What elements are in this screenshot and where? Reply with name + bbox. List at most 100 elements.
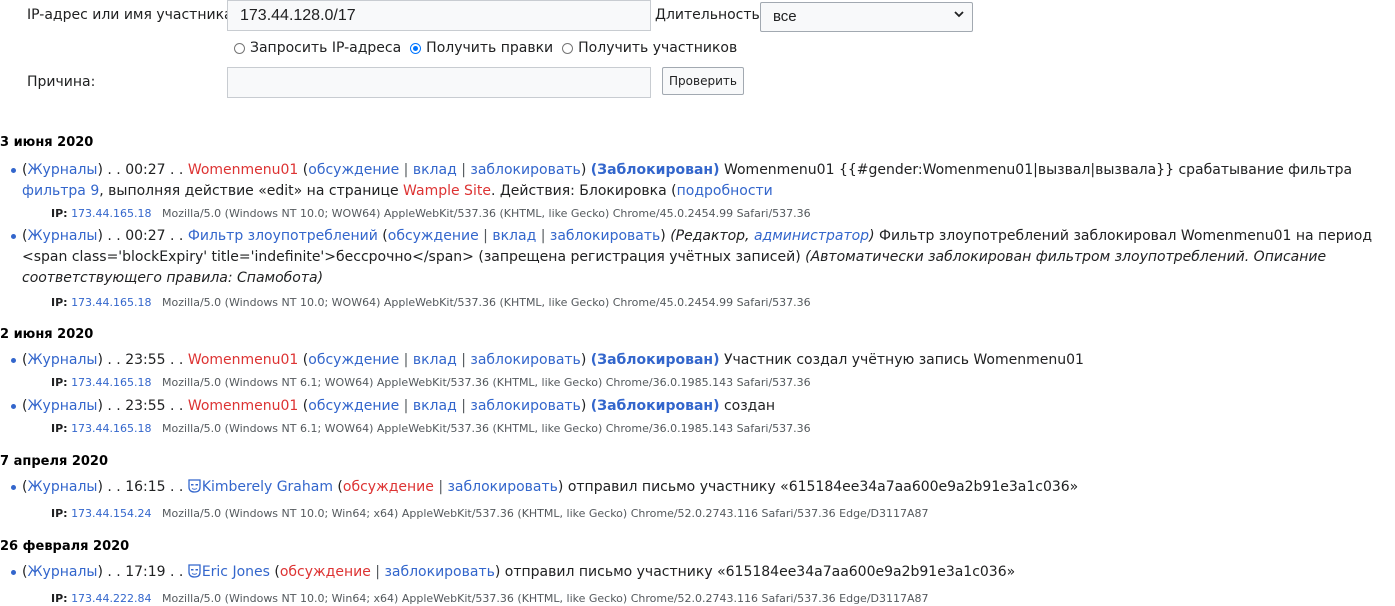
- ip-meta: IP: 173.44.165.18 Mozilla/5.0 (Windows N…: [51, 207, 811, 220]
- ip-meta: IP: 173.44.154.24 Mozilla/5.0 (Windows N…: [51, 507, 929, 520]
- bullet: [11, 485, 16, 490]
- user-link[interactable]: Womenmenu01: [188, 162, 299, 178]
- reason-label: Причина:: [27, 74, 96, 90]
- blocked-status: (Заблокирован): [590, 398, 720, 414]
- user-link[interactable]: Eric Jones: [202, 564, 270, 580]
- entry-time: 23:55: [125, 352, 166, 368]
- contribs-link[interactable]: вклад: [492, 228, 536, 244]
- ip-link[interactable]: 173.44.154.24: [71, 507, 151, 520]
- ip-meta-label: IP: [51, 592, 64, 605]
- talk-link[interactable]: обсуждение: [308, 162, 399, 178]
- radio-users-label[interactable]: Получить участников: [578, 40, 737, 56]
- list-item: (Журналы) . . 16:15 . . Kimberely Graham…: [11, 477, 1391, 498]
- radio-ips[interactable]: [234, 42, 245, 54]
- block-link[interactable]: заблокировать: [470, 162, 580, 178]
- reason-input[interactable]: [227, 67, 651, 98]
- ip-link[interactable]: 173.44.222.84: [71, 592, 151, 605]
- blocked-status: (Заблокирован): [590, 352, 720, 368]
- duration-select-value: все: [773, 8, 797, 25]
- block-link[interactable]: заблокировать: [447, 479, 557, 495]
- page-link[interactable]: Wample Site: [403, 183, 491, 199]
- user-link[interactable]: Kimberely Graham: [202, 479, 333, 495]
- talk-link[interactable]: обсуждение: [308, 398, 399, 414]
- ip-input[interactable]: 173.44.128.0/17: [227, 0, 651, 31]
- user-link[interactable]: Фильтр злоупотреблений: [188, 228, 378, 244]
- user-agent: Mozilla/5.0 (Windows NT 6.1; WOW64) Appl…: [162, 422, 811, 435]
- mode-radio-group: Запросить IP-адреса Получить правки Полу…: [234, 40, 746, 56]
- ip-meta-label: IP: [51, 296, 64, 309]
- list-item: (Журналы) . . 23:55 . . Womenmenu01 (обс…: [11, 396, 1391, 417]
- ip-label: IP-адрес или имя участника:: [27, 7, 238, 23]
- entry-text: создан: [719, 398, 776, 414]
- duration-select[interactable]: все: [760, 2, 973, 32]
- journals-link[interactable]: Журналы: [27, 398, 97, 414]
- journals-link[interactable]: Журналы: [27, 228, 97, 244]
- contribs-link[interactable]: вклад: [413, 398, 457, 414]
- radio-edits[interactable]: [410, 42, 422, 54]
- date-heading: 2 июня 2020: [0, 327, 94, 342]
- user-agent: Mozilla/5.0 (Windows NT 10.0; WOW64) App…: [162, 296, 811, 309]
- check-button[interactable]: Проверить: [662, 67, 744, 95]
- details-link[interactable]: подробности: [677, 183, 773, 199]
- ip-link[interactable]: 173.44.165.18: [71, 422, 151, 435]
- bullet: [11, 234, 16, 239]
- entry-text: Участник создал учётную запись Womenmenu…: [719, 352, 1084, 368]
- contribs-link[interactable]: вклад: [413, 352, 457, 368]
- user-agent: Mozilla/5.0 (Windows NT 10.0; Win64; x64…: [162, 507, 929, 520]
- ip-meta-label: IP: [51, 507, 64, 520]
- ip-meta-label: IP: [51, 207, 64, 220]
- entry-text: Womenmenu01 {{#gender:Womenmenu01|вызвал…: [719, 162, 1353, 178]
- ip-meta: IP: 173.44.165.18 Mozilla/5.0 (Windows N…: [51, 376, 811, 389]
- talk-link[interactable]: обсуждение: [388, 228, 479, 244]
- ip-meta: IP: 173.44.165.18 Mozilla/5.0 (Windows N…: [51, 422, 811, 435]
- bullet: [11, 358, 16, 363]
- user-mask-icon: [188, 564, 201, 578]
- radio-users[interactable]: [562, 42, 574, 54]
- user-agent: Mozilla/5.0 (Windows NT 6.1; WOW64) Appl…: [162, 376, 811, 389]
- block-link[interactable]: заблокировать: [550, 228, 660, 244]
- entry-time: 17:19: [125, 564, 166, 580]
- ip-meta: IP: 173.44.222.84 Mozilla/5.0 (Windows N…: [51, 592, 929, 605]
- block-link[interactable]: заблокировать: [470, 398, 580, 414]
- ip-link[interactable]: 173.44.165.18: [71, 296, 151, 309]
- ip-link[interactable]: 173.44.165.18: [71, 376, 151, 389]
- chevron-down-icon: [954, 11, 964, 18]
- bullet: [11, 570, 16, 575]
- talk-link[interactable]: обсуждение: [343, 479, 434, 495]
- entry-time: 00:27: [125, 162, 166, 178]
- talk-link[interactable]: обсуждение: [280, 564, 371, 580]
- journals-link[interactable]: Журналы: [27, 564, 97, 580]
- list-item: (Журналы) . . 00:27 . . Womenmenu01 (обс…: [11, 160, 1391, 202]
- date-heading: 3 июня 2020: [0, 135, 94, 150]
- contribs-link[interactable]: вклад: [413, 162, 457, 178]
- date-heading: 26 февраля 2020: [0, 539, 130, 554]
- entry-time: 00:27: [125, 228, 166, 244]
- entry-text: отправил письмо участнику «615184ee34a7a…: [563, 479, 1079, 495]
- ip-meta: IP: 173.44.165.18 Mozilla/5.0 (Windows N…: [51, 296, 811, 309]
- filter-link[interactable]: фильтра 9: [22, 183, 99, 199]
- journals-link[interactable]: Журналы: [27, 479, 97, 495]
- date-heading: 7 апреля 2020: [0, 454, 109, 469]
- user-link[interactable]: Womenmenu01: [188, 398, 299, 414]
- talk-link[interactable]: обсуждение: [308, 352, 399, 368]
- admin-group-link[interactable]: администратор: [754, 228, 869, 244]
- user-agent: Mozilla/5.0 (Windows NT 10.0; WOW64) App…: [162, 207, 811, 220]
- journals-link[interactable]: Журналы: [27, 352, 97, 368]
- list-item: (Журналы) . . 00:27 . . Фильтр злоупотре…: [11, 226, 1391, 289]
- entry-text-2: , выполняя действие «edit» на странице: [99, 183, 404, 199]
- user-link[interactable]: Womenmenu01: [188, 352, 299, 368]
- block-link[interactable]: заблокировать: [470, 352, 580, 368]
- duration-label: Длительность:: [655, 7, 765, 23]
- bullet: [11, 168, 16, 173]
- ip-meta-label: IP: [51, 422, 64, 435]
- journals-link[interactable]: Журналы: [27, 162, 97, 178]
- radio-ips-label[interactable]: Запросить IP-адреса: [250, 40, 401, 56]
- user-groups: (Редактор,: [670, 228, 754, 244]
- radio-edits-label[interactable]: Получить правки: [426, 40, 553, 56]
- ip-link[interactable]: 173.44.165.18: [71, 207, 151, 220]
- ip-meta-label: IP: [51, 376, 64, 389]
- block-link[interactable]: заблокировать: [384, 564, 494, 580]
- list-item: (Журналы) . . 17:19 . . Eric Jones (обсу…: [11, 562, 1391, 583]
- blocked-status: (Заблокирован): [590, 162, 720, 178]
- user-agent: Mozilla/5.0 (Windows NT 10.0; Win64; x64…: [162, 592, 929, 605]
